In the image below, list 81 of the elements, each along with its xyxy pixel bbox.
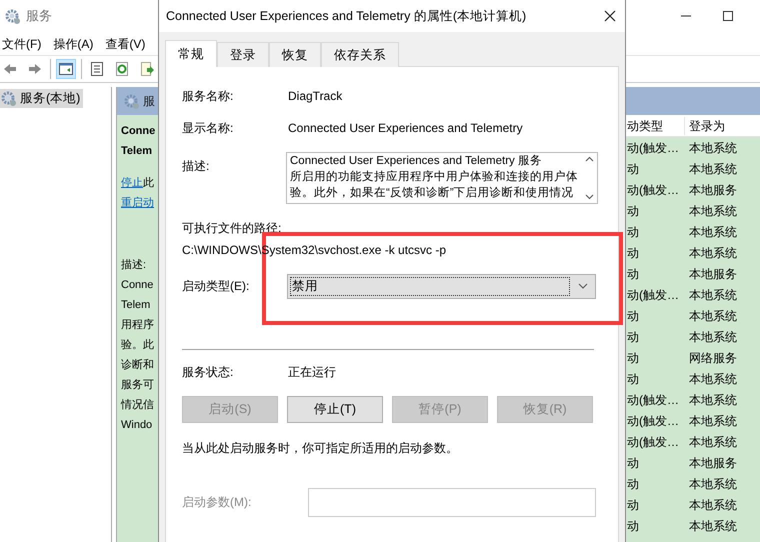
menu-item[interactable]: 文件(F) [2,34,42,52]
table-cell-text: 动 [626,476,640,492]
description-text: 情况信 [121,398,154,413]
table-cell-text: 本地系统 [688,496,738,514]
table-cell-text: 本地服务 [688,266,738,282]
table-cell-text: 本地系统 [688,518,738,534]
table-cell-text: 本地系统 [688,476,738,492]
field-label: 服务状态: [182,364,234,381]
table-cell-text: 本地服务 [688,454,738,472]
menu-item[interactable]: 查看(V) [105,34,146,52]
table-cell-text: 本地系统 [688,140,738,156]
table-cell-text: 动 [626,370,640,388]
tab[interactable]: 依存关系 [321,42,399,67]
tab[interactable]: 登录 [217,42,269,67]
column-header[interactable]: 动类型 [622,116,684,134]
description-text: 验。此 [121,338,154,353]
table-cell-text: 网络服务 [688,350,738,366]
table-cell-text: 动(触发… [626,434,680,450]
tree-item[interactable]: 服务(本地) [0,89,84,108]
description-text: 验。此外，如果在“反馈和诊断”下启用诊断和使用情况 [290,186,575,201]
table-cell-text: 本地系统 [688,286,738,304]
field-label: 服务名称: [182,88,234,105]
service-title: Telem [121,144,152,159]
table-cell-text: 本地系统 [688,328,738,346]
table-cell-text: 本地系统 [688,370,738,388]
field-label: 启动参数(M): [182,494,252,512]
table-cell-text: 动 [626,496,640,514]
menu-item[interactable]: 操作(A) [53,34,94,52]
table-cell-text: 本地系统 [688,308,738,324]
table-cell-text: 动 [626,518,640,534]
action-link[interactable]: 重启动 [121,197,154,209]
description-text: 诊断和 [121,358,154,373]
table-cell-text: 本地系统 [688,244,738,262]
window-title: 服务 [26,7,52,26]
service-button[interactable]: 停止(T) [287,396,383,423]
field-value: 正在运行 [288,364,336,381]
description-text: Telem [121,298,150,313]
table-cell-text: 本地系统 [688,412,738,430]
table-cell-text: 动 [626,328,640,346]
table-cell-text: 动 [626,454,640,472]
description-text: Conne [121,278,154,293]
table-cell-text: 本地系统 [688,224,738,240]
field-value: Connected User Experiences and Telemetry [288,120,523,137]
column-header[interactable]: 登录为 [684,116,744,134]
hint-text: 当从此处启动服务时，你可指定所适用的启动参数。 [182,440,458,457]
table-cell-text: 动 [626,350,640,366]
table-cell-text: 动(触发… [626,286,680,304]
table-cell-text: 动 [626,244,640,262]
dialog-title: Connected User Experiences and Telemetry 的属性(本地计算机) [166,8,526,25]
pane-title: 服 [143,93,155,110]
table-cell-text: 动(触发… [626,412,680,430]
field-label: 描述: [182,158,210,175]
table-cell-text: 动 [626,202,640,220]
table-cell-text: 动(触发… [626,392,680,408]
field-label: 启动类型(E): [182,278,250,296]
startup-type-select[interactable]: 禁用 [287,274,596,299]
table-cell-text: 本地系统 [688,434,738,450]
description-label: 描述: [121,258,146,273]
description-text: 所启用的功能支持应用程序中用户体验和连接的用户体 [290,169,578,185]
description-text: Windo [121,418,152,433]
table-cell-text: 动 [626,266,640,282]
table-cell-text: 本地服务 [688,182,738,198]
table-cell-text: 动 [626,224,640,240]
table-cell-text: 本地系统 [688,392,738,408]
action-text: 此 [143,177,154,189]
table-cell-text: 本地系统 [688,160,738,178]
tab[interactable]: 恢复 [269,42,321,67]
description-box[interactable]: Connected User Experiences and Telemetry 服务 所启用的功能支持应用程序中用户体验和连接的用户体 验。此外，如果在“反馈和诊断”下启用诊断和使用情况 [286,152,598,204]
table-cell-text: 动 [626,160,640,178]
action-link[interactable]: 停止 [121,177,143,189]
table-cell-text: 动(触发… [626,140,680,156]
table-cell-text: 动(触发… [626,182,680,198]
tab[interactable]: 常规 [165,40,217,67]
description-text: 服务可 [121,378,154,393]
field-label: 显示名称: [182,120,234,137]
service-title: Conne [121,124,156,139]
field-value: DiagTrack [288,88,342,105]
table-cell-text: 本地系统 [688,202,738,220]
description-text: Connected User Experiences and Telemetry 服务 [290,154,543,169]
description-text: 用程序 [121,318,154,333]
table-cell-text: 动 [626,308,640,324]
